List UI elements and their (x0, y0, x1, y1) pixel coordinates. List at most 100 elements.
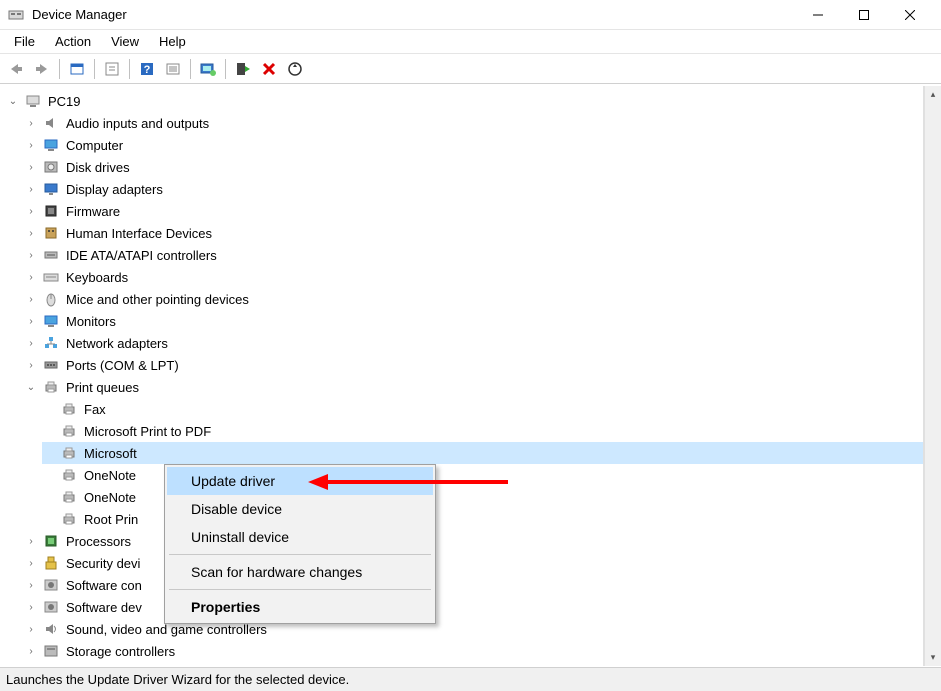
tree-category[interactable]: ›Sound, video and game controllers (24, 618, 923, 640)
tree-item-label: Ports (COM & LPT) (64, 358, 181, 373)
chevron-right-icon[interactable]: › (24, 534, 38, 548)
tree-item-label: Print queues (64, 380, 141, 395)
window-title: Device Manager (32, 7, 127, 22)
tree-item-label: Firmware (64, 204, 122, 219)
tree-item-label: Fax (82, 402, 108, 417)
enable-device-button[interactable] (231, 57, 255, 81)
tree-item-label: Security devi (64, 556, 142, 571)
tree-category[interactable]: ›Human Interface Devices (24, 222, 923, 244)
chevron-right-icon[interactable]: › (24, 160, 38, 174)
tree-category[interactable]: › Computer (24, 134, 923, 156)
device-tree[interactable]: ⌄ PC19 › Audio inputs and outputs › Compute… (0, 86, 924, 666)
scroll-up-icon[interactable]: ▴ (925, 86, 941, 103)
update-driver-button[interactable] (196, 57, 220, 81)
context-menu-item[interactable]: Properties (167, 593, 433, 621)
tree-category[interactable]: › Software con (24, 574, 923, 596)
close-button[interactable] (887, 0, 933, 30)
tree-print-queue-item[interactable]: ›Microsoft Print to PDF (42, 420, 923, 442)
menubar: File Action View Help (0, 30, 941, 54)
properties-button[interactable] (161, 57, 185, 81)
tree-category[interactable]: ›Monitors (24, 310, 923, 332)
chevron-right-icon[interactable]: › (24, 270, 38, 284)
chevron-right-icon[interactable]: › (24, 226, 38, 240)
network-icon (42, 335, 60, 351)
tree-category[interactable]: ›Mice and other pointing devices (24, 288, 923, 310)
context-menu-separator (169, 554, 431, 555)
tree-category[interactable]: ›Display adapters (24, 178, 923, 200)
menu-view[interactable]: View (101, 31, 149, 52)
context-menu-item[interactable]: Update driver (167, 467, 433, 495)
uninstall-device-button[interactable] (257, 57, 281, 81)
tree-category[interactable]: › Network adapters (24, 332, 923, 354)
disk-icon (42, 159, 60, 175)
tree-item-label: Disk drives (64, 160, 132, 175)
tree-category[interactable]: › Ports (COM & LPT) (24, 354, 923, 376)
tree-category[interactable]: › Disk drives (24, 156, 923, 178)
tree-root-label: PC19 (46, 94, 83, 109)
tree-category[interactable]: ›IDE ATA/ATAPI controllers (24, 244, 923, 266)
chevron-right-icon[interactable]: › (24, 116, 38, 130)
svg-text:?: ? (144, 64, 151, 76)
computer-icon (24, 93, 42, 109)
chevron-right-icon[interactable]: › (24, 358, 38, 372)
chevron-right-icon[interactable]: › (24, 556, 38, 570)
port-icon (42, 357, 60, 373)
chevron-right-icon[interactable]: › (24, 292, 38, 306)
keyboard-icon (42, 269, 60, 285)
action-button[interactable] (100, 57, 124, 81)
tree-item-label: Software dev (64, 600, 144, 615)
menu-file[interactable]: File (4, 31, 45, 52)
scan-hardware-button[interactable] (283, 57, 307, 81)
chevron-down-icon[interactable]: ⌄ (6, 94, 20, 108)
chevron-right-icon[interactable]: › (24, 314, 38, 328)
tree-item-label: Microsoft (82, 446, 139, 461)
vertical-scrollbar[interactable]: ▴ ▾ (924, 86, 941, 666)
scroll-down-icon[interactable]: ▾ (925, 649, 941, 666)
tree-category[interactable]: › Firmware (24, 200, 923, 222)
chevron-right-icon[interactable]: › (24, 622, 38, 636)
tree-item-label: Keyboards (64, 270, 130, 285)
help-button[interactable]: ? (135, 57, 159, 81)
tree-category-print-queues[interactable]: ⌄ Print queues (24, 376, 923, 398)
tree-item-label: Software con (64, 578, 144, 593)
maximize-button[interactable] (841, 0, 887, 30)
scroll-track[interactable] (925, 103, 941, 649)
tree-category[interactable]: › Audio inputs and outputs (24, 112, 923, 134)
chevron-right-icon[interactable]: › (24, 336, 38, 350)
mouse-icon (42, 291, 60, 307)
chevron-right-icon[interactable]: › (24, 138, 38, 152)
menu-action[interactable]: Action (45, 31, 101, 52)
back-button[interactable] (4, 57, 28, 81)
chevron-right-icon[interactable]: › (24, 600, 38, 614)
printer-icon (60, 489, 78, 505)
chevron-right-icon[interactable]: › (24, 182, 38, 196)
show-hidden-button[interactable] (65, 57, 89, 81)
chevron-down-icon[interactable]: ⌄ (24, 380, 38, 394)
chevron-right-icon[interactable]: › (24, 248, 38, 262)
tree-print-queue-item[interactable]: ›Microsoft (42, 442, 923, 464)
tree-category[interactable]: › Software dev (24, 596, 923, 618)
context-menu-item[interactable]: Uninstall device (167, 523, 433, 551)
tree-item-label: Network adapters (64, 336, 170, 351)
tree-category[interactable]: › Security devi (24, 552, 923, 574)
tree-item-label: Computer (64, 138, 125, 153)
chevron-right-icon[interactable]: › (24, 578, 38, 592)
chevron-right-icon[interactable]: › (24, 644, 38, 658)
hid-icon (42, 225, 60, 241)
forward-button[interactable] (30, 57, 54, 81)
menu-help[interactable]: Help (149, 31, 196, 52)
tree-category[interactable]: ›Storage controllers (24, 640, 923, 662)
chevron-right-icon[interactable]: › (24, 204, 38, 218)
tree-category[interactable]: ›Processors (24, 530, 923, 552)
context-menu-item[interactable]: Scan for hardware changes (167, 558, 433, 586)
tree-root[interactable]: ⌄ PC19 (6, 90, 923, 112)
printer-icon (42, 379, 60, 395)
printer-icon (60, 445, 78, 461)
tree-category[interactable]: › Keyboards (24, 266, 923, 288)
monitor-icon (42, 313, 60, 329)
context-menu-item[interactable]: Disable device (167, 495, 433, 523)
tree-item-label: Audio inputs and outputs (64, 116, 211, 131)
minimize-button[interactable] (795, 0, 841, 30)
storage-icon (42, 643, 60, 659)
tree-print-queue-item[interactable]: ›Fax (42, 398, 923, 420)
